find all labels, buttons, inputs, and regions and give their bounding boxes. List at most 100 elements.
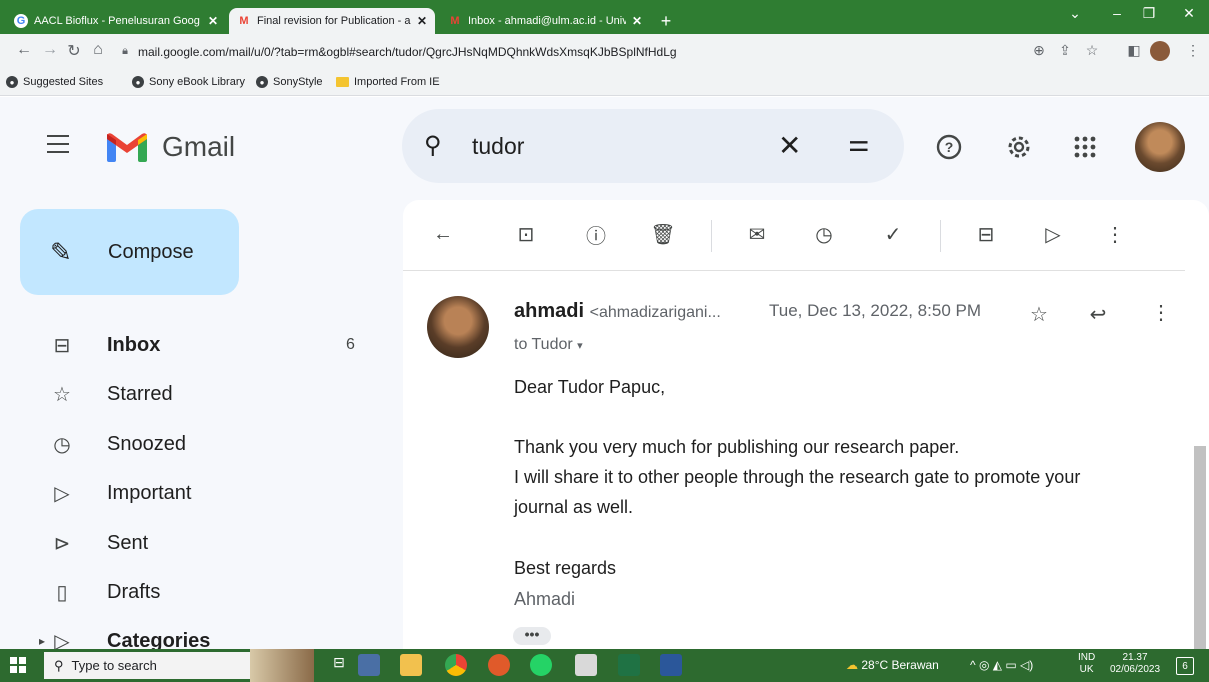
app-icon[interactable] (358, 654, 380, 676)
message-body-line: journal as well. (514, 497, 634, 517)
forward-icon[interactable]: → (40, 41, 60, 59)
browser-tab[interactable]: G AACL Bioflux - Penelusuran Goog ✕ (6, 8, 226, 34)
reload-icon[interactable]: ↻ (64, 41, 84, 61)
windows-start-icon[interactable] (10, 657, 26, 678)
nav-item-inbox[interactable]: ⊟ Inbox 6 (0, 325, 390, 365)
label-as-icon[interactable]: ▷ (1039, 220, 1067, 248)
main-menu-icon[interactable] (47, 135, 71, 153)
globe-icon: ● (256, 76, 268, 88)
tray-icons[interactable]: ^ ◎ ◭ ▭ ◁) (970, 658, 1033, 672)
nav-label: Starred (107, 382, 173, 405)
search-icon[interactable]: ⚲ (424, 131, 442, 160)
star-message-icon[interactable]: ☆ (1025, 300, 1053, 328)
nav-item-snoozed[interactable]: ◷ Snoozed (0, 424, 390, 464)
close-window-icon[interactable]: ✕ (1177, 5, 1201, 22)
message-more-icon[interactable]: ⋮ (1147, 298, 1175, 326)
close-tab-icon[interactable]: ✕ (208, 14, 218, 28)
side-panel-icon[interactable]: ◧ (1125, 42, 1143, 59)
sender-avatar[interactable] (427, 296, 489, 358)
weather-icon: ☁ (846, 658, 858, 672)
back-icon[interactable]: ← (14, 41, 34, 59)
gmail-logo[interactable]: Gmail (106, 131, 235, 163)
mark-unread-icon[interactable]: ✉︎ (743, 220, 771, 248)
gmail-icon: M (450, 15, 460, 27)
word-icon[interactable] (660, 654, 682, 676)
url-field[interactable]: mail.google.com/mail/u/0/?tab=rm&ogbl#se… (138, 45, 677, 59)
globe-icon: ● (132, 76, 144, 88)
app-icon[interactable] (575, 654, 597, 676)
bookmark-item[interactable]: ● Suggested Sites (6, 76, 103, 88)
sender-name[interactable]: ahmadi (514, 300, 584, 322)
share-icon[interactable]: ⇪ (1056, 42, 1074, 59)
close-tab-icon[interactable]: ✕ (417, 14, 427, 28)
gmail-app: Gmail ⚲ tudor ✕ ⚌ ? ✎ Compose ⊟ Inbox 6 … (0, 97, 1209, 653)
file-explorer-icon[interactable] (400, 654, 422, 676)
clock[interactable]: 21.37 02/06/2023 (1108, 652, 1162, 676)
browser-tab-active[interactable]: M Final revision for Publication - ah ✕ (229, 8, 435, 34)
tab-title: AACL Bioflux - Penelusuran Goog (34, 15, 200, 27)
snooze-icon[interactable]: ◷ (810, 220, 838, 248)
nav-label: Important (107, 481, 192, 504)
help-icon[interactable]: ? (933, 131, 965, 163)
gmail-icon: M (239, 15, 249, 27)
apps-grid-icon[interactable] (1069, 131, 1101, 163)
toolbar-divider (403, 270, 1185, 271)
restore-icon[interactable]: ❐ (1137, 5, 1161, 22)
message-body-line: Thank you very much for publishing our r… (514, 437, 960, 457)
task-view-icon[interactable]: ⊟ (328, 654, 350, 676)
bookmark-folder[interactable]: Imported From IE (336, 76, 440, 88)
app-icon[interactable] (488, 654, 510, 676)
move-to-icon[interactable]: ⊟ (972, 220, 1000, 248)
inbox-icon: ⊟ (53, 334, 71, 357)
taskbar-search-input: Type to search (71, 658, 157, 673)
bookmark-item[interactable]: ● Sony eBook Library (132, 76, 245, 88)
notifications-icon[interactable]: 6 (1176, 657, 1194, 675)
bookmark-item[interactable]: ● SonyStyle (256, 76, 323, 88)
browser-tab[interactable]: M Inbox - ahmadi@ulm.ac.id - Univ ✕ (440, 8, 650, 34)
nav-item-sent[interactable]: ⊳ Sent (0, 523, 390, 563)
zoom-icon[interactable]: ⊕ (1030, 42, 1048, 59)
minimize-icon[interactable]: – (1105, 5, 1129, 21)
unread-count: 6 (346, 336, 355, 353)
whatsapp-icon[interactable] (530, 654, 552, 676)
lock-icon[interactable]: 🔒︎ (115, 45, 135, 58)
back-to-search-icon[interactable]: ← (429, 220, 457, 248)
close-tab-icon[interactable]: ✕ (632, 14, 642, 28)
nav-item-starred[interactable]: ☆ Starred (0, 374, 390, 414)
svg-text:?: ? (945, 139, 954, 155)
tab-search-icon[interactable]: ⌄ (1063, 5, 1087, 22)
nav-item-important[interactable]: ▷ Important (0, 473, 390, 513)
search-input[interactable]: tudor (472, 133, 524, 160)
scrollbar[interactable] (1194, 446, 1206, 649)
clear-search-icon[interactable]: ✕ (778, 129, 801, 162)
compose-label: Compose (108, 240, 194, 263)
excel-icon[interactable] (618, 654, 640, 676)
gmail-m-icon (107, 133, 147, 162)
show-trimmed-content-button[interactable]: ••• (513, 627, 551, 645)
report-spam-icon[interactable]: ⓘ (582, 220, 610, 248)
compose-button[interactable]: ✎ Compose (20, 209, 239, 295)
settings-gear-icon[interactable] (1003, 131, 1035, 163)
archive-icon[interactable]: ⊡ (512, 220, 540, 248)
gmail-wordmark: Gmail (162, 131, 236, 162)
account-avatar[interactable] (1135, 122, 1185, 172)
weather-text[interactable]: 28°C Berawan (861, 658, 939, 672)
chrome-menu-icon[interactable]: ⋮ (1184, 42, 1202, 59)
more-actions-icon[interactable]: ⋮ (1101, 220, 1129, 248)
add-to-tasks-icon[interactable]: ✓ (879, 220, 907, 248)
new-tab-button[interactable]: + (652, 8, 680, 34)
bookmark-star-icon[interactable]: ☆ (1083, 42, 1101, 59)
nav-item-drafts[interactable]: ▯ Drafts (0, 572, 390, 612)
home-icon[interactable]: ⌂ (88, 41, 108, 59)
chrome-icon[interactable] (445, 654, 467, 676)
message-date: Tue, Dec 13, 2022, 8:50 PM (769, 301, 981, 320)
nav-label: Inbox (107, 333, 161, 356)
search-options-icon[interactable]: ⚌ (848, 129, 870, 158)
reply-icon[interactable]: ↩ (1084, 300, 1112, 328)
recipients-dropdown[interactable]: to Tudor ▾ (514, 336, 583, 354)
search-bar[interactable]: ⚲ tudor ✕ ⚌ (402, 109, 904, 183)
delete-icon[interactable]: 🗑︎ (649, 220, 677, 248)
language-indicator[interactable]: IND UK (1078, 652, 1095, 676)
message-body-line: Dear Tudor Papuc, (514, 377, 666, 397)
profile-avatar[interactable] (1150, 41, 1170, 61)
